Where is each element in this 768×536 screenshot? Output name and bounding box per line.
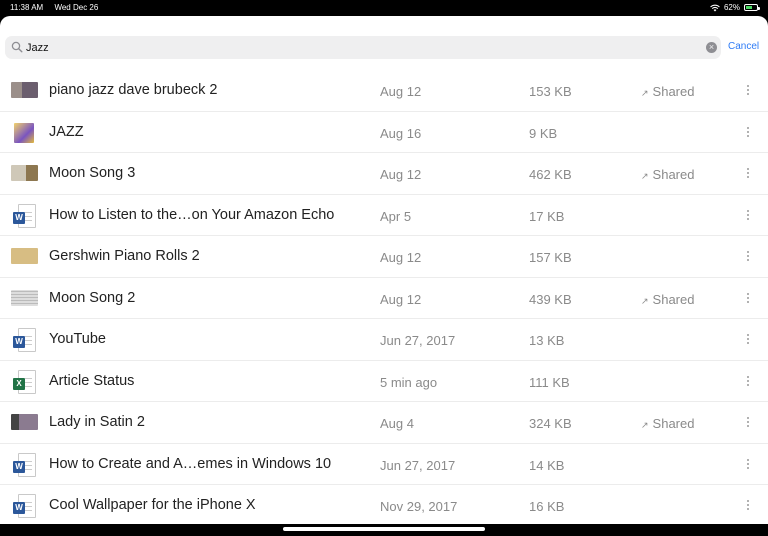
file-row[interactable]: Moon Song 2 Aug 12 439 KB ↗ Shared	[0, 278, 768, 319]
shared-indicator: ↗ Shared	[641, 167, 694, 182]
search-results-sheet: × Cancel piano jazz dave brubeck 2 Aug 1…	[0, 16, 768, 524]
excel-doc-icon: X	[13, 369, 36, 395]
link-icon: ↗	[641, 171, 649, 181]
clear-icon[interactable]: ×	[706, 42, 717, 53]
file-date: Jun 27, 2017	[380, 333, 456, 348]
file-name: Moon Song 2	[49, 289, 136, 306]
file-type-badge: W	[13, 211, 25, 224]
file-name: Article Status	[49, 372, 135, 389]
file-row[interactable]: Moon Song 3 Aug 12 462 KB ↗ Shared	[0, 153, 768, 195]
file-name: How to Listen to the…on Your Amazon Echo	[49, 206, 335, 223]
file-size: 16 KB	[529, 499, 565, 514]
file-row[interactable]: W How to Create and A…emes in Windows 10…	[0, 444, 768, 485]
file-row[interactable]: Gershwin Piano Rolls 2 Aug 12 157 KB	[0, 236, 768, 278]
file-date: Aug 12	[380, 84, 422, 99]
more-icon[interactable]	[743, 374, 753, 388]
file-type-badge: W	[13, 502, 25, 514]
status-time: 11:38 AM	[10, 3, 44, 12]
more-icon[interactable]	[743, 125, 753, 139]
file-date: 5 min ago	[380, 374, 438, 390]
file-date: Nov 29, 2017	[380, 499, 458, 514]
link-icon: ↗	[641, 295, 649, 306]
more-icon[interactable]	[743, 249, 753, 263]
shared-label: Shared	[652, 84, 695, 99]
file-type-badge: W	[13, 336, 25, 348]
file-name: JAZZ	[49, 123, 84, 140]
battery-percent: 62%	[723, 3, 740, 12]
file-row[interactable]: W How to Listen to the…on Your Amazon Ec…	[0, 195, 768, 236]
file-size: 14 KB	[529, 457, 565, 473]
file-name: Cool Wallpaper for the iPhone X	[49, 497, 256, 513]
file-size: 17 KB	[529, 208, 565, 224]
file-row[interactable]: piano jazz dave brubeck 2 Aug 12 153 KB …	[0, 70, 768, 112]
more-icon[interactable]	[743, 332, 753, 346]
file-name: Lady in Satin 2	[49, 414, 145, 430]
file-date: Apr 5	[380, 208, 412, 224]
shared-label: Shared	[652, 167, 695, 182]
file-name: Gershwin Piano Rolls 2	[49, 248, 200, 264]
more-icon[interactable]	[743, 291, 753, 305]
more-icon[interactable]	[743, 208, 753, 222]
file-size: 439 KB	[529, 291, 572, 307]
word-doc-icon: W	[13, 328, 36, 353]
file-size: 324 KB	[529, 416, 572, 431]
file-row[interactable]: W Cool Wallpaper for the iPhone X Nov 29…	[0, 485, 768, 524]
shared-label: Shared	[652, 416, 695, 431]
file-size: 462 KB	[529, 167, 572, 182]
more-icon[interactable]	[743, 415, 753, 429]
more-icon[interactable]	[743, 457, 753, 471]
file-size: 153 KB	[529, 84, 572, 99]
file-type-badge: W	[13, 460, 25, 473]
search-icon	[11, 41, 23, 53]
home-indicator[interactable]	[283, 527, 485, 531]
file-thumbnail	[11, 82, 38, 98]
word-doc-icon: W	[13, 203, 36, 229]
link-icon: ↗	[641, 88, 649, 98]
file-row[interactable]: JAZZ Aug 16 9 KB	[0, 112, 768, 153]
file-size: 111 KB	[529, 374, 570, 390]
status-bar: 11:38 AM Wed Dec 26 62%	[0, 0, 768, 16]
shared-indicator: ↗ Shared	[641, 416, 694, 431]
file-thumbnail	[11, 414, 38, 430]
file-name: How to Create and A…emes in Windows 10	[49, 455, 332, 472]
file-date: Aug 4	[380, 416, 414, 431]
file-date: Aug 12	[380, 167, 422, 182]
file-list: piano jazz dave brubeck 2 Aug 12 153 KB …	[0, 70, 768, 524]
more-icon[interactable]	[743, 83, 753, 97]
file-row[interactable]: X Article Status 5 min ago 111 KB	[0, 361, 768, 402]
status-date: Wed Dec 26	[54, 3, 99, 12]
file-size: 157 KB	[529, 250, 572, 265]
word-doc-icon: W	[13, 494, 36, 519]
file-name: piano jazz dave brubeck 2	[49, 82, 218, 98]
search-input[interactable]	[26, 36, 696, 59]
file-date: Aug 12	[380, 291, 422, 307]
file-thumbnail	[11, 165, 38, 181]
word-doc-icon: W	[13, 452, 36, 478]
file-thumbnail	[14, 122, 34, 143]
more-icon[interactable]	[743, 166, 753, 180]
file-date: Aug 16	[380, 125, 422, 141]
file-thumbnail	[11, 248, 38, 264]
file-name: YouTube	[49, 331, 106, 347]
battery-fill	[746, 6, 753, 9]
search-bar[interactable]: ×	[5, 36, 721, 59]
file-row[interactable]: Lady in Satin 2 Aug 4 324 KB ↗ Shared	[0, 402, 768, 444]
file-size: 13 KB	[529, 333, 565, 348]
link-icon: ↗	[641, 420, 649, 430]
battery-icon	[744, 4, 760, 11]
file-size: 9 KB	[529, 125, 558, 141]
file-thumbnail	[11, 289, 38, 306]
shared-indicator: ↗ Shared	[641, 84, 694, 99]
file-name: Moon Song 3	[49, 165, 136, 181]
shared-indicator: ↗ Shared	[641, 292, 694, 307]
file-row[interactable]: W YouTube Jun 27, 2017 13 KB	[0, 319, 768, 361]
shared-label: Shared	[652, 291, 695, 307]
cancel-button[interactable]: Cancel	[728, 41, 759, 52]
more-icon[interactable]	[743, 498, 753, 512]
wifi-icon	[710, 4, 720, 11]
file-date: Jun 27, 2017	[380, 457, 456, 473]
file-type-badge: X	[13, 377, 25, 390]
file-date: Aug 12	[380, 250, 422, 265]
